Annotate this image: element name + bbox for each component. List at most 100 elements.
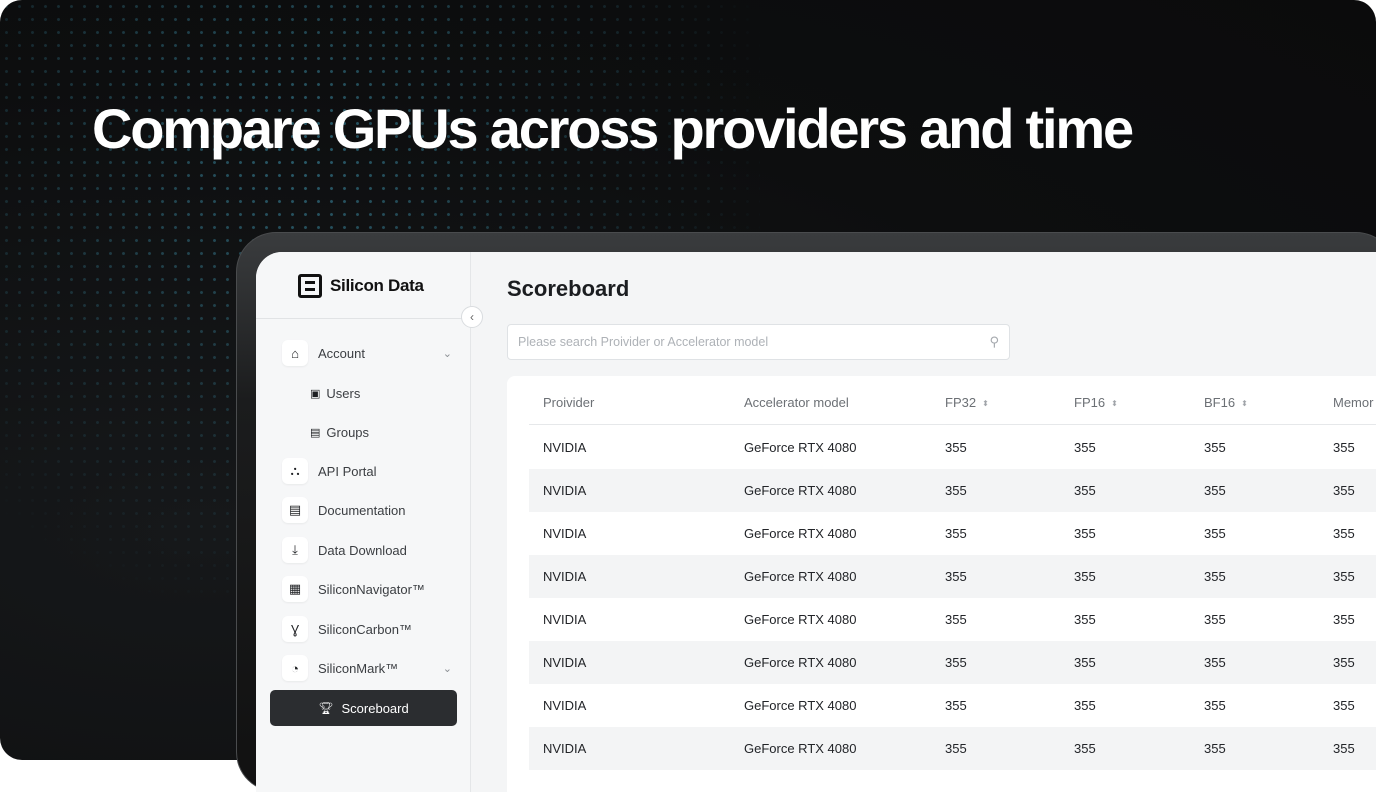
- table-cell: 355: [1333, 741, 1355, 756]
- table-cell: NVIDIA: [543, 698, 587, 713]
- table-header: Proivider Accelerator model FP32 ⬍ FP16 ⬍ …: [529, 376, 1376, 425]
- table-cell: GeForce RTX 4080: [744, 698, 857, 713]
- chevron-down-icon[interactable]: ⌄: [443, 347, 452, 360]
- sort-icon[interactable]: ⬍: [1241, 399, 1248, 408]
- home-icon: ⌂: [282, 340, 308, 366]
- scoreboard-table: Proivider Accelerator model FP32 ⬍ FP16 ⬍ …: [507, 376, 1376, 792]
- sidebar-item-siliconmark[interactable]: ◔ SiliconMark™ ⌄: [282, 650, 458, 686]
- table-row[interactable]: NVIDIA GeForce RTX 4080 355 355 355 355: [529, 469, 1376, 512]
- sidebar-collapse-button[interactable]: ‹: [461, 306, 483, 328]
- table-cell: 355: [1074, 655, 1096, 670]
- chevron-left-icon: ‹: [470, 310, 474, 324]
- sidebar-item-data-download[interactable]: ⤓ Data Download: [282, 532, 458, 568]
- table-cell: 355: [1333, 655, 1355, 670]
- sort-icon[interactable]: ⬍: [1111, 399, 1118, 408]
- sidebar-item-label: SiliconNavigator™: [318, 581, 425, 597]
- table-cell: 355: [945, 655, 967, 670]
- sidebar-item-api-portal[interactable]: ⛬ API Portal: [282, 453, 458, 489]
- sidebar-item-siliconnavigator[interactable]: ▦ SiliconNavigator™: [282, 571, 458, 607]
- sitemap-icon: ⛬: [282, 458, 308, 484]
- sidebar-item-label: Account: [318, 345, 365, 361]
- table-cell: 355: [1204, 483, 1226, 498]
- sidebar-item-label: Documentation: [318, 502, 406, 518]
- app-screen: Silicon Data ⌂ Account ⌄ ▣ Users ▤ Group…: [256, 252, 1376, 792]
- brand-logo[interactable]: Silicon Data: [298, 274, 424, 298]
- sidebar-divider: [256, 318, 471, 319]
- sidebar-item-scoreboard[interactable]: 🏆︎ Scoreboard: [270, 690, 457, 726]
- table-cell: 355: [945, 526, 967, 541]
- table-cell: NVIDIA: [543, 526, 587, 541]
- table-cell: 355: [1074, 698, 1096, 713]
- table-cell: NVIDIA: [543, 655, 587, 670]
- table-cell: 355: [1333, 440, 1355, 455]
- table-cell: 355: [1074, 483, 1096, 498]
- sort-icon[interactable]: ⬍: [982, 399, 989, 408]
- page-title: Scoreboard: [507, 276, 630, 301]
- sidebar: Silicon Data ⌂ Account ⌄ ▣ Users ▤ Group…: [256, 252, 471, 792]
- table-cell: 355: [1204, 569, 1226, 584]
- table-cell: 355: [1074, 526, 1096, 541]
- main-content: Scoreboard ⚲ Proivider Accelerator model…: [471, 252, 1376, 792]
- table-cell: GeForce RTX 4080: [744, 655, 857, 670]
- sidebar-item-siliconcarbon[interactable]: Ɣ SiliconCarbon™: [282, 611, 458, 647]
- table-row[interactable]: NVIDIA GeForce RTX 4080 355 355 355 355: [529, 598, 1376, 641]
- table-cell: 355: [1333, 612, 1355, 627]
- gauge-icon: ◔: [282, 655, 308, 681]
- column-header-provider[interactable]: Proivider: [543, 395, 594, 410]
- sprout-icon: Ɣ: [282, 616, 308, 642]
- table-row[interactable]: NVIDIA GeForce RTX 4080 355 355 355 355: [529, 684, 1376, 727]
- sidebar-item-label: Data Download: [318, 542, 407, 558]
- chevron-down-icon[interactable]: ⌄: [443, 662, 452, 675]
- sidebar-item-account[interactable]: ⌂ Account ⌄: [282, 335, 458, 371]
- table-cell: 355: [945, 569, 967, 584]
- column-header-memory[interactable]: Memor: [1333, 395, 1373, 410]
- table-cell: 355: [1074, 440, 1096, 455]
- table-cell: 355: [1074, 741, 1096, 756]
- search-input[interactable]: [518, 335, 990, 349]
- user-badge-icon: ▣: [310, 387, 321, 400]
- table-cell: 355: [1204, 741, 1226, 756]
- chip-icon: ▦: [282, 576, 308, 602]
- table-cell: 355: [945, 440, 967, 455]
- sidebar-item-label: SiliconMark™: [318, 660, 399, 676]
- table-cell: GeForce RTX 4080: [744, 569, 857, 584]
- table-cell: GeForce RTX 4080: [744, 612, 857, 627]
- table-row[interactable]: NVIDIA GeForce RTX 4080 355 355 355 355: [529, 641, 1376, 684]
- search-box[interactable]: ⚲: [507, 324, 1010, 360]
- table-row[interactable]: NVIDIA GeForce RTX 4080 355 355 355 355: [529, 426, 1376, 469]
- table-cell: 355: [1333, 569, 1355, 584]
- table-cell: 355: [1333, 483, 1355, 498]
- table-cell: 355: [1204, 655, 1226, 670]
- brand-name: Silicon Data: [330, 276, 424, 295]
- sidebar-item-documentation[interactable]: ▤ Documentation: [282, 492, 458, 528]
- table-cell: NVIDIA: [543, 612, 587, 627]
- table-cell: 355: [945, 741, 967, 756]
- table-row[interactable]: NVIDIA GeForce RTX 4080 355 355 355 355: [529, 512, 1376, 555]
- table-cell: NVIDIA: [543, 483, 587, 498]
- search-icon[interactable]: ⚲: [989, 334, 999, 350]
- headline: Compare GPUs across providers and time: [92, 97, 1134, 160]
- table-cell: 355: [1204, 698, 1226, 713]
- document-icon: ▤: [282, 497, 308, 523]
- sidebar-item-groups[interactable]: ▤ Groups: [310, 420, 369, 444]
- sidebar-item-users[interactable]: ▣ Users: [310, 381, 360, 405]
- table-row[interactable]: NVIDIA GeForce RTX 4080 355 355 355 355: [529, 727, 1376, 770]
- table-row[interactable]: NVIDIA GeForce RTX 4080 355 355 355 355: [529, 555, 1376, 598]
- sidebar-item-label: Users: [326, 385, 361, 401]
- sidebar-item-label: API Portal: [318, 463, 377, 479]
- table-cell: 355: [945, 612, 967, 627]
- table-cell: GeForce RTX 4080: [744, 741, 857, 756]
- column-header-bf16[interactable]: BF16 ⬍: [1204, 395, 1248, 410]
- sidebar-item-label: SiliconCarbon™: [318, 621, 412, 637]
- trophy-icon: 🏆︎: [318, 701, 334, 715]
- table-cell: 355: [945, 483, 967, 498]
- column-header-fp16[interactable]: FP16 ⬍: [1074, 395, 1118, 410]
- table-cell: GeForce RTX 4080: [744, 483, 857, 498]
- table-cell: 355: [1204, 440, 1226, 455]
- table-cell: 355: [1333, 698, 1355, 713]
- table-cell: 355: [1204, 526, 1226, 541]
- column-header-fp32[interactable]: FP32 ⬍: [945, 395, 989, 410]
- download-icon: ⤓: [282, 537, 308, 563]
- table-cell: NVIDIA: [543, 741, 587, 756]
- column-header-accelerator-model[interactable]: Accelerator model: [744, 395, 849, 410]
